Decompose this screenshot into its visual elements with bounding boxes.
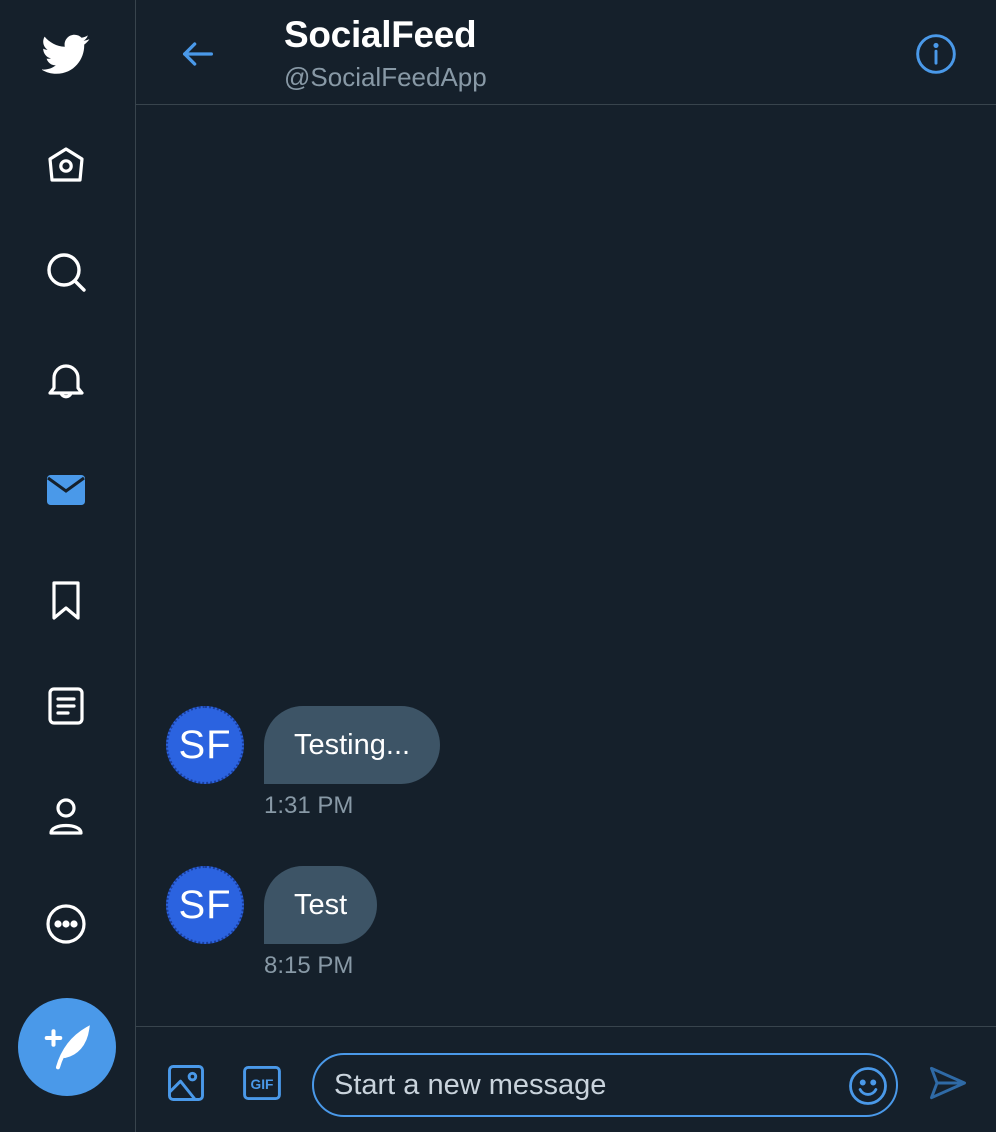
search-icon (47, 253, 86, 292)
message-timestamp: 8:15 PM (264, 952, 354, 979)
message-bubble[interactable]: Test (264, 866, 378, 944)
conversation-title: SocialFeed (284, 14, 477, 55)
message-composer: GIF (136, 1026, 996, 1132)
sidebar-nav (0, 0, 136, 1132)
sidebar-item-bookmarks[interactable] (34, 568, 98, 632)
send-button[interactable] (922, 1057, 974, 1109)
conversation-info-button[interactable] (910, 28, 962, 80)
sidebar-item-logo[interactable] (34, 22, 98, 86)
home-icon (48, 147, 84, 182)
message-timestamp: 1:31 PM (264, 792, 354, 819)
avatar[interactable]: SF (166, 866, 244, 944)
gif-icon: GIF (243, 1065, 281, 1101)
back-button[interactable] (172, 28, 224, 80)
messages-app: SocialFeed @SocialFeedApp SF Testing... … (0, 0, 996, 1132)
list-icon (48, 687, 84, 725)
message-item: SF Testing... 1:31 PM (166, 706, 866, 826)
sidebar-item-more[interactable] (34, 892, 98, 956)
sidebar-item-messages[interactable] (34, 458, 98, 522)
sidebar-item-profile[interactable] (34, 784, 98, 848)
profile-icon (49, 798, 83, 835)
emoji-button[interactable] (844, 1062, 892, 1110)
bell-icon (48, 364, 84, 399)
sidebar-item-notifications[interactable] (34, 348, 98, 412)
compose-tweet-button[interactable] (18, 998, 116, 1096)
conversation-header: SocialFeed @SocialFeedApp (136, 0, 996, 105)
avatar[interactable]: SF (166, 706, 244, 784)
sidebar-item-lists[interactable] (34, 674, 98, 738)
bookmark-icon (52, 581, 80, 620)
info-icon (916, 34, 956, 74)
add-media-button[interactable] (160, 1057, 212, 1109)
message-input[interactable] (334, 1055, 834, 1115)
sidebar-item-search[interactable] (34, 240, 98, 304)
mail-icon (47, 475, 85, 505)
send-icon (930, 1066, 966, 1100)
sidebar-item-home[interactable] (34, 132, 98, 196)
gif-label: GIF (251, 1077, 274, 1092)
more-icon (46, 904, 86, 944)
conversation-handle: @SocialFeedApp (284, 62, 487, 92)
add-gif-button[interactable]: GIF (236, 1057, 288, 1109)
back-arrow-icon (183, 42, 213, 66)
message-bubble[interactable]: Testing... (264, 706, 441, 784)
bird-logo-icon (42, 34, 90, 74)
compose-feather-icon (44, 1025, 90, 1070)
message-input-wrapper (312, 1053, 898, 1117)
message-item: SF Test 8:15 PM (166, 866, 866, 986)
image-icon (168, 1065, 204, 1101)
emoji-icon (849, 1067, 887, 1105)
